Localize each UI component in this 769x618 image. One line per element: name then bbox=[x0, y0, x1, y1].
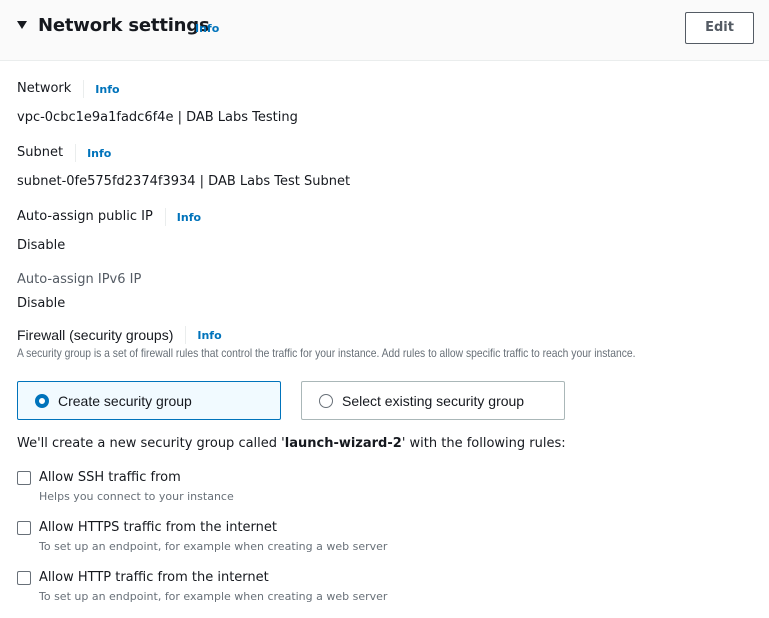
network-value: vpc-0cbc1e9a1fadc6f4e | DAB Labs Testing bbox=[17, 110, 298, 125]
rule-https: Allow HTTPS traffic from the internet To… bbox=[17, 519, 387, 553]
ipv6-value: Disable bbox=[17, 296, 66, 311]
rule-label: Allow HTTPS traffic from the internet bbox=[39, 520, 277, 535]
radio-button-unchecked[interactable] bbox=[319, 393, 333, 408]
caret-down-icon[interactable] bbox=[17, 21, 27, 29]
security-group-note: We'll create a new security group called… bbox=[17, 436, 566, 451]
subnet-value: subnet-0fe575fd2374f3934 | DAB Labs Test… bbox=[17, 174, 351, 189]
rule-description: Helps you connect to your instance bbox=[39, 490, 234, 503]
firewall-info-link[interactable]: Info bbox=[197, 329, 221, 342]
note-prefix: We'll create a new security group called… bbox=[17, 436, 285, 451]
https-checkbox[interactable] bbox=[17, 521, 31, 535]
radio-button-checked[interactable] bbox=[35, 393, 49, 408]
security-group-name: launch-wizard-2 bbox=[284, 436, 402, 451]
public-ip-label: Auto-assign public IP Info bbox=[17, 208, 201, 226]
subnet-label: Subnet Info bbox=[17, 144, 111, 162]
firewall-label-text: Firewall (security groups) bbox=[17, 326, 187, 344]
section-title[interactable]: Network settings bbox=[38, 15, 210, 36]
rule-description: To set up an endpoint, for example when … bbox=[39, 590, 388, 603]
network-info-link[interactable]: Info bbox=[95, 83, 119, 96]
network-label: Network Info bbox=[17, 80, 120, 98]
rule-ssh: Allow SSH traffic from Helps you connect… bbox=[17, 469, 234, 503]
subnet-info-link[interactable]: Info bbox=[87, 147, 111, 160]
public-ip-info-link[interactable]: Info bbox=[177, 211, 201, 224]
edit-button[interactable]: Edit bbox=[685, 12, 754, 44]
info-link[interactable]: Info bbox=[195, 22, 219, 35]
firewall-description: A security group is a set of firewall ru… bbox=[17, 346, 636, 360]
create-security-group-option[interactable]: Create security group bbox=[17, 381, 281, 420]
ssh-checkbox[interactable] bbox=[17, 471, 31, 485]
option-label: Create security group bbox=[58, 392, 192, 409]
subnet-label-text: Subnet bbox=[17, 144, 77, 162]
network-label-text: Network bbox=[17, 80, 85, 98]
firewall-label: Firewall (security groups) Info bbox=[17, 326, 222, 344]
public-ip-label-text: Auto-assign public IP bbox=[17, 208, 166, 226]
public-ip-value: Disable bbox=[17, 238, 66, 253]
note-suffix: ' with the following rules: bbox=[401, 436, 566, 451]
rule-description: To set up an endpoint, for example when … bbox=[39, 540, 388, 553]
section-header: Network settings Info Edit bbox=[0, 0, 769, 61]
option-label: Select existing security group bbox=[342, 392, 525, 409]
rule-http: Allow HTTP traffic from the internet To … bbox=[17, 569, 387, 603]
http-checkbox[interactable] bbox=[17, 571, 31, 585]
ipv6-label: Auto-assign IPv6 IP bbox=[17, 272, 142, 287]
rule-label: Allow SSH traffic from bbox=[39, 470, 181, 485]
rule-label: Allow HTTP traffic from the internet bbox=[39, 570, 269, 585]
select-existing-security-group-option[interactable]: Select existing security group bbox=[301, 381, 565, 420]
